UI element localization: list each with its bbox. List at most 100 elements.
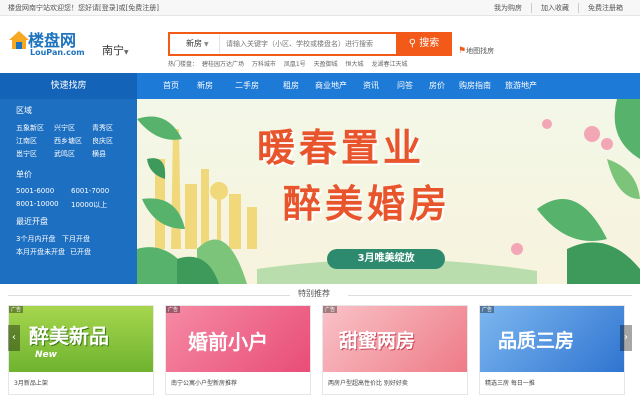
welcome-site: 楼盘网南宁站欢迎您！: [8, 4, 78, 12]
nav-item-price[interactable]: 房价: [429, 73, 459, 99]
search-button[interactable]: ⚲ 搜索: [396, 32, 452, 56]
card-headline: 婚前小户: [188, 330, 268, 354]
card-image: 甜蜜两房: [323, 306, 467, 372]
nav-item-tourism[interactable]: 旅游地产: [505, 73, 553, 99]
price-option[interactable]: 5001-6000: [16, 187, 71, 195]
open-option[interactable]: 下月开盘: [62, 234, 90, 244]
region-option[interactable]: 邕宁区: [16, 149, 54, 159]
caret-down-icon: ▼: [204, 41, 209, 48]
open-row: 本月开盘 未开盘 已开盘: [16, 247, 91, 257]
recommend-card[interactable]: 品质三房 广告 精选三房 每日一推: [479, 305, 625, 395]
recommend-card[interactable]: 醉美新品 New 广告 3月新品上架: [8, 305, 154, 395]
nav-item-news[interactable]: 资讯: [363, 73, 397, 99]
hot-word-4[interactable]: 天盈御城: [314, 61, 338, 68]
nav-item-new[interactable]: 新房: [197, 73, 235, 99]
price-option[interactable]: 8001-10000: [16, 200, 71, 210]
hot-word-2[interactable]: 万科城市: [252, 61, 276, 68]
ad-badge: 广告: [323, 306, 338, 313]
open-option[interactable]: 未开盘: [44, 247, 70, 257]
hero-banner[interactable]: 暖春置业 醉美婚房 3月唯美绽放: [137, 99, 640, 284]
top-link-1[interactable]: 我为购房: [485, 3, 531, 13]
ad-badge: 广告: [9, 306, 24, 313]
top-link-bookmark[interactable]: 加入收藏: [531, 3, 578, 13]
nav-items: 首页 新房 二手房 租房 商业地产 资讯 问答 房价 购房指南 旅游地产: [163, 73, 553, 99]
nav-item-home[interactable]: 首页: [163, 73, 197, 99]
top-link-3[interactable]: 免费注册箱: [578, 3, 632, 13]
login-register-link[interactable]: 您好请[登录]或[免费注册]: [78, 4, 159, 12]
price-option[interactable]: 10000以上: [71, 200, 107, 210]
region-option[interactable]: 兴宁区: [54, 123, 92, 133]
nav-item-rent[interactable]: 租房: [283, 73, 315, 99]
house-logo-icon: [9, 31, 29, 49]
hot-word-5[interactable]: 恒大城: [346, 61, 364, 68]
search-type-select[interactable]: 新房 ▼: [170, 34, 220, 54]
city-selector[interactable]: 南宁▼: [102, 42, 129, 58]
logo-text-en: LouPan.com: [30, 48, 85, 57]
hot-words-label: 热门楼盘：: [168, 61, 199, 68]
price-option[interactable]: 6001-7000: [71, 187, 109, 195]
site-logo[interactable]: 楼盘网 LouPan.com: [8, 27, 96, 63]
region-option[interactable]: 横县: [92, 149, 106, 159]
card-caption[interactable]: 3月新品上架: [14, 378, 48, 387]
banner-title-1: 暖春置业: [257, 126, 426, 170]
region-option[interactable]: 良庆区: [92, 136, 113, 146]
card-caption[interactable]: 两房户型超高性价比 别好好卖: [328, 378, 408, 387]
special-recommend-header: 特别推荐: [0, 288, 640, 302]
nav-item-qa[interactable]: 问答: [397, 73, 429, 99]
region-row: 邕宁区 武鸣区 横县: [16, 149, 106, 159]
top-links: 我为购房 加入收藏 免费注册箱: [485, 3, 632, 13]
region-row: 五象新区 兴宁区 青秀区: [16, 123, 113, 133]
caret-down-icon: ▼: [124, 49, 129, 56]
welcome-text: 楼盘网南宁站欢迎您！您好请[登录]或[免费注册]: [8, 3, 159, 13]
ad-badge: 广告: [166, 306, 181, 313]
search-type-value: 新房: [186, 39, 202, 48]
carousel-next-arrow[interactable]: ›: [620, 325, 632, 351]
region-option[interactable]: 西乡塘区: [54, 136, 92, 146]
city-name: 南宁: [102, 44, 124, 57]
card-image: 品质三房: [480, 306, 624, 372]
hot-word-1[interactable]: 碧桂园万达广场: [202, 61, 244, 68]
hot-word-3[interactable]: 凤凰1号: [284, 61, 306, 68]
region-option[interactable]: 武鸣区: [54, 149, 92, 159]
site-header: 楼盘网 LouPan.com 南宁▼ 新房▼ ⚲ 搜索 热门楼盘： 碧桂园万达广…: [0, 17, 640, 73]
search-button-label: 搜索: [419, 38, 440, 49]
card-headline: 甜蜜两房: [339, 330, 416, 352]
nav-item-guide[interactable]: 购房指南: [459, 73, 505, 99]
banner-title-2: 醉美婚房: [283, 182, 452, 226]
carousel-prev-arrow[interactable]: ‹: [8, 325, 20, 351]
quick-filter-panel: 区域 五象新区 兴宁区 青秀区 江南区 西乡塘区 良庆区 邕宁区 武鸣区 横县 …: [0, 99, 137, 284]
open-title: 最近开盘: [16, 217, 48, 226]
card-headline: 品质三房: [498, 330, 575, 352]
open-option[interactable]: 本月开盘: [16, 247, 44, 257]
recommend-cards: 醉美新品 New 广告 3月新品上架 婚前小户 广告 南宁公寓小户型新房推荐 甜…: [8, 305, 632, 395]
top-utility-bar: 楼盘网南宁站欢迎您！您好请[登录]或[免费注册] 我为购房 加入收藏 免费注册箱: [0, 0, 640, 16]
open-option[interactable]: 3个月内开盘: [16, 234, 62, 244]
main-nav: 快速找房 首页 新房 二手房 租房 商业地产 资讯 问答 房价 购房指南 旅游地…: [0, 73, 640, 99]
divider: [348, 295, 632, 296]
recommend-card[interactable]: 婚前小户 广告 南宁公寓小户型新房推荐: [165, 305, 311, 395]
open-option[interactable]: 已开盘: [70, 247, 91, 257]
region-option[interactable]: 青秀区: [92, 123, 113, 133]
search-box: 新房▼ ⚲ 搜索: [168, 32, 452, 56]
nav-item-commercial[interactable]: 商业地产: [315, 73, 363, 99]
price-title: 单价: [16, 170, 32, 179]
region-option[interactable]: 江南区: [16, 136, 54, 146]
quick-find-tab[interactable]: 快速找房: [0, 73, 137, 99]
card-caption[interactable]: 精选三房 每日一推: [485, 378, 535, 387]
recommend-card[interactable]: 甜蜜两房 广告 两房户型超高性价比 别好好卖: [322, 305, 468, 395]
search-input[interactable]: [226, 37, 394, 51]
divider: [8, 295, 290, 296]
hot-words: 热门楼盘： 碧桂园万达广场 万科城市 凤凰1号 天盈御城 恒大城 龙湖春江天城: [168, 59, 413, 68]
map-pin-icon: ⚑: [458, 46, 467, 56]
nav-item-second-hand[interactable]: 二手房: [235, 73, 283, 99]
card-caption[interactable]: 南宁公寓小户型新房推荐: [171, 378, 237, 387]
special-recommend-title: 特别推荐: [298, 289, 330, 298]
card-headline: 醉美新品: [29, 324, 109, 348]
search-icon: ⚲: [408, 38, 417, 49]
map-find-link[interactable]: ⚑地图找房: [458, 46, 494, 56]
ad-badge: 广告: [480, 306, 495, 313]
hot-word-6[interactable]: 龙湖春江天城: [371, 61, 407, 68]
region-option[interactable]: 五象新区: [16, 123, 54, 133]
region-title: 区域: [16, 106, 32, 115]
region-row: 江南区 西乡塘区 良庆区: [16, 136, 113, 146]
